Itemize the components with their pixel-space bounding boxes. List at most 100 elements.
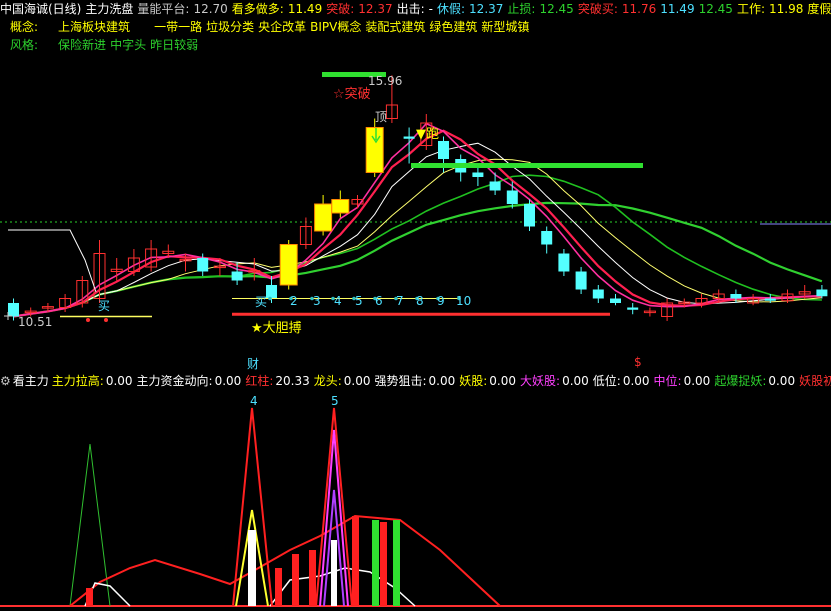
candle-body	[627, 307, 639, 310]
sub-item-value: 0.00	[768, 374, 796, 388]
concept-item[interactable]: 一带一路	[154, 20, 202, 34]
rest-value: 12.37	[469, 2, 504, 16]
sub-item-label: 龙头:	[313, 374, 342, 388]
style-item[interactable]: 保险新进	[58, 38, 106, 52]
candle-body	[472, 172, 484, 177]
candle-body	[197, 258, 209, 272]
break-label: 突破:	[326, 2, 355, 16]
indicator-chart[interactable]	[0, 370, 831, 611]
top-label: 顶	[375, 110, 388, 124]
peak-4-bar	[248, 530, 256, 606]
candle-body	[266, 285, 277, 299]
buy-mid-label: 买	[255, 295, 268, 309]
count-label: 2	[290, 294, 298, 308]
candle-body	[231, 271, 243, 281]
sub-item-value: 0.00	[105, 374, 133, 388]
concept-item[interactable]: 绿色建筑	[429, 20, 477, 34]
red-bar	[86, 588, 93, 606]
sub-item-label: 红柱:	[245, 374, 274, 388]
concept-item[interactable]: 上海板块建筑	[58, 20, 130, 34]
v1-value: 11.49	[660, 2, 695, 16]
concept-item[interactable]: BIPV概念	[310, 20, 361, 34]
style-row: 风格: 保险新进 中字头 昨日较弱	[0, 37, 198, 53]
signal-dot	[86, 318, 90, 322]
candle-body	[541, 231, 553, 245]
bold-trade-label: ★大胆搏	[251, 321, 302, 336]
sub-item-label: 低位:	[592, 374, 621, 388]
candle-body	[610, 298, 621, 303]
count-label: 3	[313, 294, 321, 308]
breakbuy-value: 11.76	[621, 2, 657, 16]
green-bar	[372, 520, 379, 606]
limit-up-candle	[314, 203, 333, 232]
count-label: 7	[396, 294, 404, 308]
resistance-bar	[411, 163, 643, 168]
style-label: 风格:	[10, 38, 39, 52]
platform-value: 12.70	[193, 2, 228, 16]
bull-value: 11.49	[287, 2, 323, 16]
count-label: 4	[334, 294, 342, 308]
count-dot	[268, 296, 272, 301]
holiday-label: 度假	[807, 2, 831, 16]
candle-body	[816, 289, 828, 297]
candle-body	[764, 298, 776, 301]
candle-body	[438, 141, 449, 159]
sub-item-label: 强势狙击:	[374, 374, 427, 388]
rest-label: 休假:	[437, 2, 466, 16]
break-signal-label: ☆突破	[333, 87, 371, 102]
candle-body	[575, 271, 587, 290]
style-item[interactable]: 中字头	[110, 38, 146, 52]
style-item[interactable]: 昨日较弱	[150, 38, 198, 52]
sub-item-label: 主力拉高:	[51, 374, 104, 388]
sub-item-value: 0.00	[683, 374, 711, 388]
peak-4-label: 4	[250, 394, 258, 408]
indicator-name[interactable]: 主力洗盘	[85, 2, 133, 16]
bull-label: 看多做多:	[231, 2, 284, 16]
sub-item-value: 0.00	[214, 374, 242, 388]
sub-item-label: 主力资金动向:	[136, 374, 213, 388]
settings-icon[interactable]: ⚙	[0, 374, 11, 388]
red-bar	[275, 568, 282, 606]
work-value: 11.98	[768, 2, 804, 16]
concept-item[interactable]: 装配式建筑	[365, 20, 425, 34]
count-label: 10	[456, 294, 472, 308]
red-bar	[309, 550, 316, 606]
sub-item-label: 中位:	[653, 374, 682, 388]
limit-up-candle	[279, 244, 298, 286]
concept-item[interactable]: 新型城镇	[481, 20, 529, 34]
breakbuy-label: 突破买:	[577, 2, 618, 16]
sub-item-value: 0.00	[343, 374, 371, 388]
cai-marker: 财	[247, 357, 260, 371]
sub-item-value: 0.00	[562, 374, 589, 388]
candle-body	[489, 181, 501, 191]
ma-line-yellow	[13, 158, 822, 317]
limit-up-candle	[365, 127, 384, 173]
sub-item-label: 起爆捉妖:	[714, 374, 767, 388]
concept-item[interactable]: 央企改革	[258, 20, 306, 34]
indicator-header: 中国海诚(日线) 主力洗盘 量能平台: 12.70 看多做多: 11.49 突破: 12.37…	[0, 0, 831, 18]
sub-item-label: 大妖股:	[520, 374, 561, 388]
exit-value: -	[428, 2, 433, 16]
candle-body	[730, 294, 742, 299]
sub-item-value: 0.00	[428, 374, 456, 388]
candle-body	[506, 190, 518, 204]
stock-title[interactable]: 中国海诚(日线)	[0, 2, 81, 16]
limit-up-candle	[331, 199, 350, 214]
count-label: 8	[416, 294, 424, 308]
stop-label: 止损:	[507, 2, 536, 16]
green-bar	[393, 520, 400, 606]
sub-indicator-name[interactable]: 看主力	[13, 374, 49, 388]
signal-dot	[104, 318, 108, 322]
high-price-label: 15.96	[368, 74, 403, 88]
red-bar	[292, 554, 299, 606]
run-label: ▼跑	[416, 127, 439, 142]
concept-item[interactable]: 垃圾分类	[206, 20, 254, 34]
platform-label: 量能平台:	[137, 2, 190, 16]
price-chart[interactable]	[0, 0, 831, 368]
dollar-marker: $	[634, 355, 642, 369]
low-price-label: 10.51	[18, 315, 53, 329]
sub-item-value: 0.00	[622, 374, 650, 388]
count-label: 5	[355, 294, 363, 308]
work-label: 工作:	[736, 2, 765, 16]
peak-5-label: 5	[331, 394, 339, 408]
